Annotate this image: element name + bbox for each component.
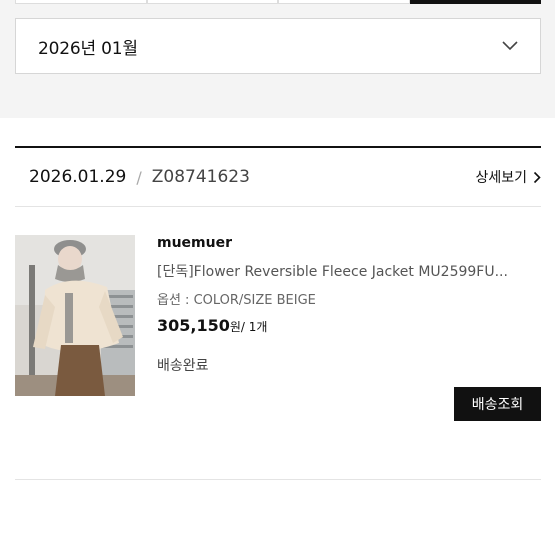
month-select[interactable]: 2026년 01월	[15, 18, 541, 74]
period-tab-active[interactable]	[409, 0, 541, 4]
price-row: 305,150 원/ 1개	[157, 316, 541, 335]
chevron-right-icon	[533, 171, 541, 183]
product-photo	[15, 235, 135, 396]
order-detail-link[interactable]: 상세보기	[475, 167, 541, 187]
price-unit: 원/ 1개	[229, 320, 268, 334]
product-image[interactable]	[15, 235, 135, 396]
order-detail-label: 상세보기	[475, 170, 527, 186]
product-price: 305,150	[157, 316, 230, 335]
order-number: Z08741623	[151, 167, 250, 187]
order-card: 2026.01.29 / Z08741623 상세보기 muemuer [단독]…	[15, 146, 541, 421]
order-header: 2026.01.29 / Z08741623 상세보기	[15, 146, 541, 207]
order-date: 2026.01.29	[29, 167, 127, 187]
month-select-value: 2026년 01월	[38, 38, 138, 59]
period-tab[interactable]	[15, 0, 147, 4]
order-meta: 2026.01.29 / Z08741623	[29, 167, 250, 187]
order-item: muemuer [단독]Flower Reversible Fleece Jac…	[15, 235, 541, 425]
period-tab[interactable]	[278, 0, 410, 4]
product-brand[interactable]: muemuer	[157, 235, 541, 255]
product-name[interactable]: [단독]Flower Reversible Fleece Jacket MU25…	[157, 261, 541, 281]
track-delivery-button[interactable]: 배송조회	[454, 387, 541, 421]
period-tab[interactable]	[146, 0, 278, 4]
period-tabs	[15, 0, 541, 4]
product-info: muemuer [단독]Flower Reversible Fleece Jac…	[157, 235, 541, 375]
chevron-down-icon	[502, 41, 518, 51]
product-option: 옵션 : COLOR/SIZE BEIGE	[157, 293, 316, 308]
delivery-status: 배송완료	[157, 358, 209, 374]
order-separator: /	[136, 167, 142, 187]
divider	[15, 479, 541, 480]
filter-area: 2026년 01월	[0, 0, 555, 118]
